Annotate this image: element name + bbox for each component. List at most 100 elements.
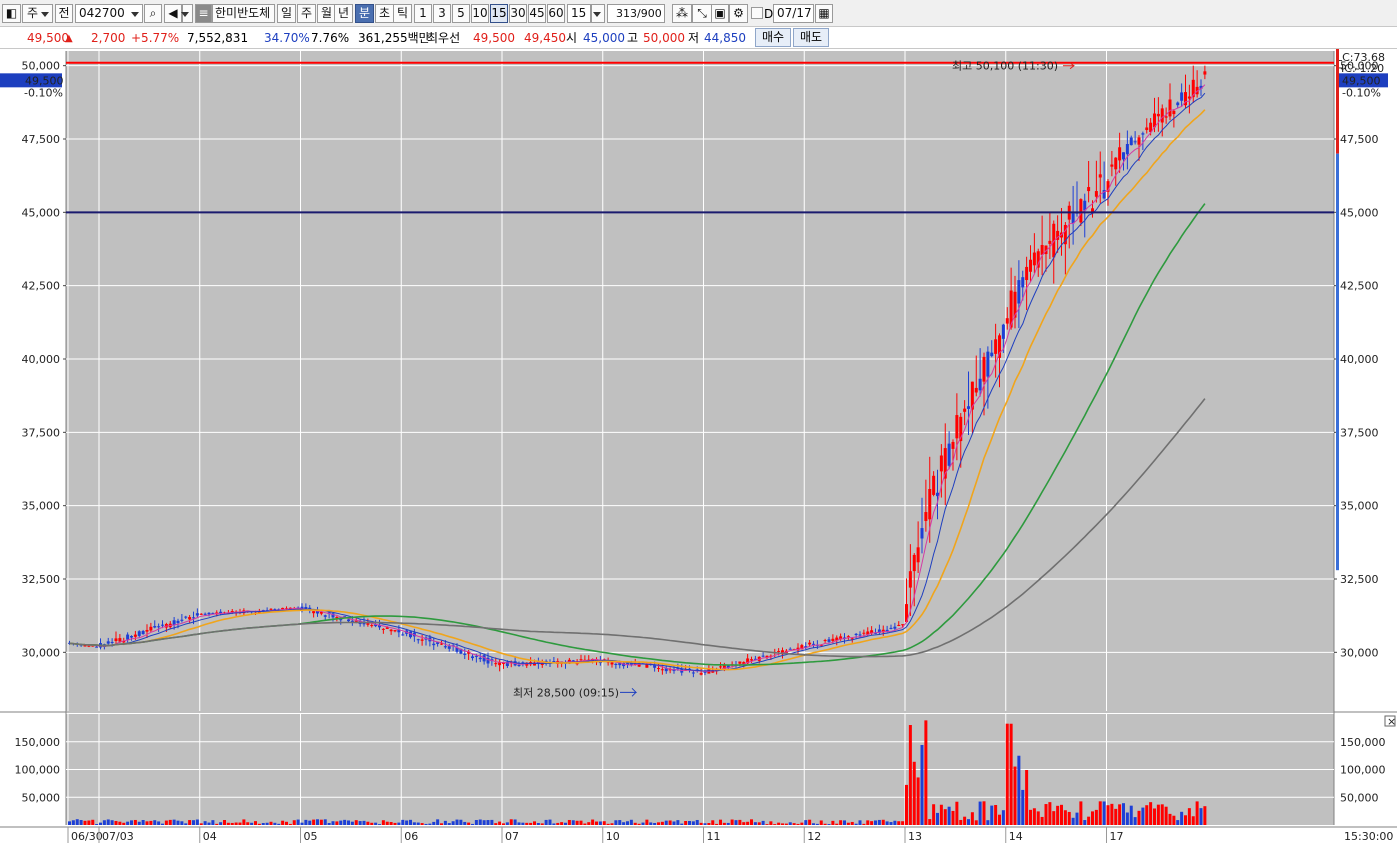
volume-bar[interactable] <box>633 822 637 825</box>
candle-body[interactable] <box>982 356 986 382</box>
volume-bar[interactable] <box>858 820 862 825</box>
volume-bar[interactable] <box>757 822 761 825</box>
volume-bar[interactable] <box>688 820 691 825</box>
volume-bar[interactable] <box>432 821 436 825</box>
candle-body[interactable] <box>207 612 211 615</box>
volume-bar[interactable] <box>397 822 401 825</box>
volume-bar[interactable] <box>1098 801 1102 825</box>
candle-body[interactable] <box>176 620 180 624</box>
candle-body[interactable] <box>974 387 978 393</box>
candle-body[interactable] <box>188 617 192 620</box>
volume-bar[interactable] <box>281 820 285 825</box>
candle-body[interactable] <box>893 626 897 629</box>
volume-bar[interactable] <box>877 819 881 825</box>
volume-bar[interactable] <box>920 744 924 825</box>
volume-bar[interactable] <box>145 821 149 825</box>
volume-bar[interactable] <box>626 821 629 825</box>
volume-bar[interactable] <box>265 822 269 825</box>
volume-bar[interactable] <box>424 823 428 825</box>
candle-body[interactable] <box>831 638 835 642</box>
volume-bar[interactable] <box>610 823 614 825</box>
calendar-icon[interactable]: ▦ <box>815 4 833 23</box>
interval-dropdown[interactable] <box>591 4 605 23</box>
volume-bar[interactable] <box>753 822 757 825</box>
volume-bar[interactable] <box>343 819 347 825</box>
stock-info-icon[interactable]: ≡ <box>195 4 212 23</box>
candle-body[interactable] <box>478 657 482 660</box>
volume-bar[interactable] <box>808 819 812 825</box>
volume-bar[interactable] <box>645 819 649 825</box>
volume-bar[interactable] <box>1009 723 1013 825</box>
stock-history-dropdown[interactable] <box>181 4 193 23</box>
candle-body[interactable] <box>87 645 91 647</box>
candle-body[interactable] <box>889 627 893 629</box>
volume-bar[interactable] <box>637 823 641 825</box>
volume-bar[interactable] <box>1129 805 1133 825</box>
volume-bar[interactable] <box>978 801 982 825</box>
volume-bar[interactable] <box>157 821 161 825</box>
volume-bar[interactable] <box>916 777 920 825</box>
candle-body[interactable] <box>610 662 614 665</box>
volume-bar[interactable] <box>827 824 831 825</box>
candle-body[interactable] <box>393 630 397 632</box>
period-second-button[interactable]: 초 <box>375 4 394 23</box>
volume-bar[interactable] <box>874 820 877 825</box>
volume-bar[interactable] <box>428 823 432 825</box>
volume-bar[interactable] <box>420 823 424 825</box>
candle-body[interactable] <box>126 634 130 640</box>
volume-bar[interactable] <box>250 822 254 825</box>
volume-bar[interactable] <box>742 822 746 825</box>
volume-bar[interactable] <box>761 820 765 825</box>
interval-60-button[interactable]: 60 <box>547 4 565 23</box>
volume-bar[interactable] <box>1118 804 1122 825</box>
candle-body[interactable] <box>106 641 110 644</box>
volume-bar[interactable] <box>463 821 467 825</box>
volume-bar[interactable] <box>533 821 536 825</box>
volume-bar[interactable] <box>536 823 540 825</box>
volume-bar[interactable] <box>261 822 265 825</box>
candle-body[interactable] <box>130 636 133 638</box>
candle-body[interactable] <box>420 639 424 641</box>
volume-bar[interactable] <box>738 819 742 825</box>
candle-body[interactable] <box>1160 108 1164 123</box>
volume-bar[interactable] <box>866 820 870 825</box>
volume-bar[interactable] <box>1040 816 1044 825</box>
volume-bar[interactable] <box>540 823 544 825</box>
period-day-button[interactable]: 일 <box>277 4 296 23</box>
volume-bar[interactable] <box>455 819 459 825</box>
volume-bar[interactable] <box>1083 820 1087 825</box>
candle-body[interactable] <box>161 624 164 626</box>
candle-body[interactable] <box>1094 191 1098 197</box>
volume-bar[interactable] <box>203 821 207 825</box>
volume-bar[interactable] <box>509 819 513 825</box>
volume-bar[interactable] <box>436 819 440 825</box>
volume-bar[interactable] <box>734 820 738 825</box>
volume-bar[interactable] <box>443 820 447 825</box>
volume-bar[interactable] <box>994 804 998 825</box>
volume-bar[interactable] <box>823 823 827 825</box>
candle-body[interactable] <box>928 489 932 520</box>
volume-bar[interactable] <box>79 820 83 825</box>
volume-bar[interactable] <box>319 819 323 825</box>
period-minute-button[interactable]: 분 <box>355 4 374 23</box>
candle-body[interactable] <box>335 617 339 619</box>
volume-bar[interactable] <box>389 822 393 825</box>
candle-body[interactable] <box>1203 71 1207 75</box>
volume-bar[interactable] <box>83 820 87 825</box>
volume-bar[interactable] <box>1141 807 1145 825</box>
volume-bar[interactable] <box>835 823 839 825</box>
date-checkbox[interactable] <box>751 7 763 19</box>
volume-bar[interactable] <box>195 819 199 825</box>
volume-bar[interactable] <box>784 823 788 825</box>
candle-body[interactable] <box>738 661 742 664</box>
candle-body[interactable] <box>1025 266 1029 281</box>
volume-bar[interactable] <box>1137 810 1141 825</box>
candle-body[interactable] <box>137 631 141 636</box>
volume-bar[interactable] <box>1156 804 1160 825</box>
interval-1-button[interactable]: 1 <box>414 4 432 23</box>
interval-45-button[interactable]: 45 <box>528 4 546 23</box>
volume-bar[interactable] <box>331 821 335 825</box>
volume-bar[interactable] <box>598 821 602 825</box>
candle-body[interactable] <box>1141 133 1145 135</box>
candle-body[interactable] <box>141 631 145 635</box>
